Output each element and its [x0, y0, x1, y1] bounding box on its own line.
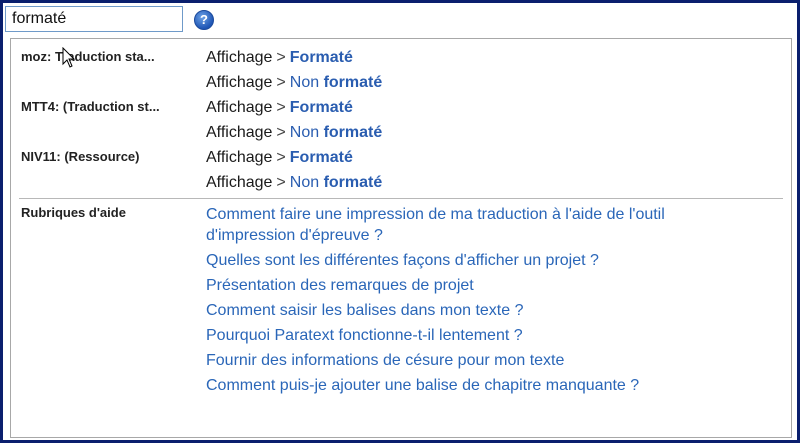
result-formate[interactable]: Affichage > Formaté	[206, 49, 353, 67]
group-label-moz: moz: Traduction sta...	[21, 49, 155, 64]
search-input[interactable]	[5, 6, 183, 32]
result-item: formaté	[323, 124, 383, 141]
menu-separator: >	[276, 149, 286, 166]
help-topic-link[interactable]: Comment puis-je ajouter une balise de ch…	[206, 375, 639, 396]
result-item: Formaté	[289, 49, 353, 66]
menu-name: Affichage	[206, 174, 273, 191]
result-formate[interactable]: Affichage > Formaté	[206, 149, 353, 167]
help-topic-link[interactable]: Présentation des remarques de projet	[206, 275, 474, 296]
menu-separator: >	[276, 124, 286, 141]
section-divider	[19, 198, 783, 199]
result-prefix: Non	[289, 174, 324, 191]
result-prefix: Non	[289, 124, 324, 141]
mouse-pointer-icon	[62, 47, 76, 68]
result-item: Formaté	[289, 149, 353, 166]
result-item: formaté	[323, 74, 383, 91]
result-prefix: Non	[289, 74, 324, 91]
help-icon[interactable]: ?	[194, 10, 214, 30]
menu-separator: >	[276, 174, 286, 191]
menu-separator: >	[276, 74, 286, 91]
menu-name: Affichage	[206, 99, 273, 116]
menu-separator: >	[276, 99, 286, 116]
help-topic-link[interactable]: Quelles sont les différentes façons d'af…	[206, 250, 599, 271]
help-topic-link[interactable]: Comment saisir les balises dans mon text…	[206, 300, 523, 321]
result-item: formaté	[323, 174, 383, 191]
result-non-formate[interactable]: Affichage > Non formaté	[206, 74, 382, 92]
group-label-niv11: NIV11: (Ressource)	[21, 149, 140, 164]
result-formate[interactable]: Affichage > Formaté	[206, 99, 353, 117]
menu-name: Affichage	[206, 124, 273, 141]
menu-separator: >	[276, 49, 286, 66]
help-topics-label: Rubriques d'aide	[21, 205, 126, 220]
result-non-formate[interactable]: Affichage > Non formaté	[206, 174, 382, 192]
menu-name: Affichage	[206, 149, 273, 166]
group-label-mtt4: MTT4: (Traduction st...	[21, 99, 160, 114]
help-topic-link[interactable]: Comment faire une impression de ma tradu…	[206, 204, 746, 246]
result-non-formate[interactable]: Affichage > Non formaté	[206, 124, 382, 142]
help-topic-link[interactable]: Fournir des informations de césure pour …	[206, 350, 564, 371]
result-item: Formaté	[289, 99, 353, 116]
search-results-dropdown: moz: Traduction sta... Affichage > Formaté…	[10, 38, 792, 438]
menu-name: Affichage	[206, 74, 273, 91]
menu-name: Affichage	[206, 49, 273, 66]
help-topic-link[interactable]: Pourquoi Paratext fonctionne-t-il lentem…	[206, 325, 523, 346]
window-frame: ? moz: Traduction sta... Affichage>Forma…	[3, 3, 797, 440]
